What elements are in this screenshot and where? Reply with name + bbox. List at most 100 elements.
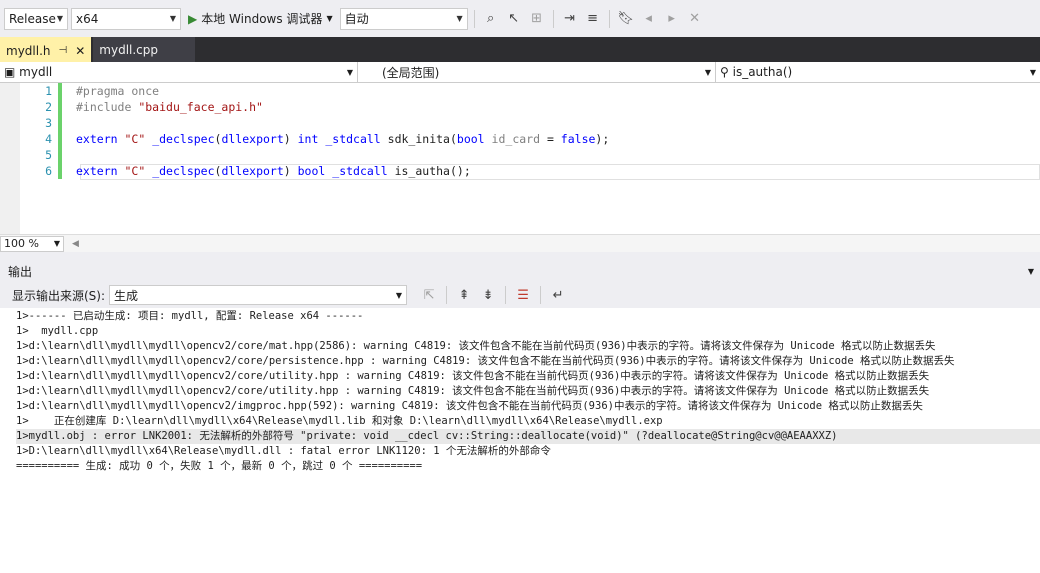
- indent-icon[interactable]: ⇥: [560, 9, 580, 29]
- config-dropdown[interactable]: Release ▼: [4, 7, 68, 30]
- chevron-down-icon: ▼: [56, 14, 63, 23]
- prev-bookmark-icon[interactable]: ◂: [639, 9, 659, 29]
- source-value: 生成: [114, 288, 139, 303]
- output-line: 1>d:\learn\dll\mydll\mydll\opencv2/imgpr…: [16, 400, 923, 412]
- line-number: 5: [45, 148, 52, 162]
- word-wrap-icon[interactable]: ↵: [548, 285, 568, 305]
- code-text: extern "C" _declspec(dllexport) int _std…: [76, 132, 610, 146]
- output-line: 1>D:\learn\dll\mydll\x64\Release\mydll.d…: [16, 445, 551, 457]
- change-marker: [58, 83, 62, 99]
- member-value: ⚲ is_autha(): [720, 65, 793, 79]
- platform-dropdown[interactable]: x64 ▼: [71, 7, 181, 30]
- output-line: 1>d:\learn\dll\mydll\mydll\opencv2/core/…: [16, 385, 930, 397]
- separator: [540, 286, 542, 304]
- project-value: ▣ mydll: [4, 65, 53, 79]
- line-number: 1: [45, 84, 52, 98]
- chevron-down-icon: ▼: [346, 67, 353, 77]
- change-marker: [58, 147, 62, 163]
- code-line: 5: [20, 147, 609, 163]
- output-line: 1>d:\learn\dll\mydll\mydll\opencv2/core/…: [16, 355, 955, 367]
- panel-menu-icon[interactable]: ▼: [1028, 267, 1034, 276]
- clear-bookmarks-icon[interactable]: ✕: [685, 9, 705, 29]
- tab-mydll-h[interactable]: mydll.h ⊣ ✕: [0, 37, 92, 62]
- platform-value: x64: [76, 11, 99, 26]
- mode-value: 自动: [344, 12, 369, 26]
- main-toolbar: Release ▼ x64 ▼ ▶ 本地 Windows 调试器 ▼ 自动 ▼ ⌕ ↖ ⊞…: [0, 0, 1040, 37]
- code-line: 6 extern "C" _declspec(dllexport) bool _s…: [20, 163, 609, 179]
- separator: [446, 286, 448, 304]
- find-message-icon[interactable]: ⇱: [419, 285, 439, 305]
- play-icon: ▶: [188, 11, 198, 26]
- chevron-down-icon: ▼: [169, 14, 176, 23]
- separator: [608, 9, 610, 28]
- change-marker: [58, 115, 62, 131]
- navigation-bar: ▣ mydll ▼ (全局范围) ▼ ⚲ is_autha() ▼: [0, 62, 1040, 83]
- chevron-down-icon: ▼: [456, 14, 463, 23]
- tab-mydll-cpp[interactable]: mydll.cpp: [93, 37, 196, 62]
- editor-status-bar: 100 % ▼ ◀: [0, 234, 1040, 252]
- find-icon[interactable]: ⌕: [481, 9, 501, 29]
- code-text: extern "C" _declspec(dllexport) bool _st…: [76, 164, 471, 178]
- scope-dropdown[interactable]: (全局范围) ▼: [358, 62, 716, 82]
- member-dropdown[interactable]: ⚲ is_autha() ▼: [716, 62, 1040, 82]
- line-number: 4: [45, 132, 52, 146]
- output-text[interactable]: 1>------ 已启动生成: 项目: mydll, 配置: Release x…: [0, 308, 1040, 573]
- change-marker: [58, 163, 62, 179]
- chevron-down-icon: ▼: [1029, 67, 1036, 77]
- pin-icon[interactable]: ⊣: [59, 45, 68, 56]
- code-text: #include "baidu_face_api.h": [76, 100, 263, 114]
- scope-value: (全局范围): [382, 65, 440, 80]
- bookmark-icon[interactable]: 🔖︎: [616, 9, 636, 29]
- tab-label: mydll.cpp: [99, 42, 159, 57]
- close-icon[interactable]: ✕: [75, 44, 85, 58]
- chevron-down-icon: ▼: [53, 239, 60, 248]
- zoom-dropdown[interactable]: 100 % ▼: [0, 235, 64, 252]
- next-bookmark-icon[interactable]: ▸: [662, 9, 682, 29]
- output-title: 输出: [8, 264, 33, 279]
- code-line: 2 #include "baidu_face_api.h": [20, 99, 609, 115]
- pointer-icon[interactable]: ↖: [504, 9, 524, 29]
- code-text: #pragma once: [76, 84, 160, 98]
- indicator-margin: [0, 83, 20, 234]
- change-marker: [58, 99, 62, 115]
- mode-dropdown[interactable]: 自动 ▼: [339, 7, 468, 30]
- output-line: 1>d:\learn\dll\mydll\mydll\opencv2/core/…: [16, 340, 936, 352]
- code-editor[interactable]: 1 #pragma once 2 #include "baidu_face_api.…: [0, 83, 1040, 234]
- output-source-dropdown[interactable]: 生成 ▼: [109, 285, 408, 305]
- output-line-selected: 1>mydll.obj : error LNK2001: 无法解析的外部符号 "…: [16, 429, 1040, 444]
- separator: [505, 286, 507, 304]
- source-label: 显示输出来源(S):: [12, 288, 106, 303]
- separator: [473, 9, 475, 28]
- output-line: 1> 正在创建库 D:\learn\dll\mydll\x64\Release\…: [16, 415, 663, 427]
- clear-all-icon[interactable]: ☰: [513, 285, 533, 305]
- line-number: 6: [45, 164, 52, 178]
- comment-icon[interactable]: ≡: [583, 9, 603, 29]
- output-line: 1>d:\learn\dll\mydll\mydll\opencv2/core/…: [16, 370, 930, 382]
- code-line: 3: [20, 115, 609, 131]
- output-toolbar: 显示输出来源(S): 生成 ▼ ⇱ ⇞ ⇟ ☰ ↵: [0, 282, 1040, 308]
- project-dropdown[interactable]: ▣ mydll ▼: [0, 62, 358, 82]
- splitter[interactable]: [0, 252, 1040, 260]
- document-tabs: mydll.h ⊣ ✕ mydll.cpp: [0, 37, 1040, 62]
- line-number: 3: [45, 116, 52, 130]
- scroll-left-icon[interactable]: ◀: [72, 239, 79, 249]
- change-marker: [58, 131, 62, 147]
- prev-message-icon[interactable]: ⇞: [454, 285, 474, 305]
- align-icon[interactable]: ⊞: [527, 9, 547, 29]
- separator: [552, 9, 554, 28]
- next-message-icon[interactable]: ⇟: [478, 285, 498, 305]
- line-number: 2: [45, 100, 52, 114]
- output-line: ========== 生成: 成功 0 个，失败 1 个，最新 0 个，跳过 0…: [16, 460, 423, 472]
- chevron-down-icon: ▼: [704, 67, 711, 77]
- output-panel-header: 输出 ▼: [0, 260, 1040, 282]
- chevron-down-icon: ▼: [395, 290, 403, 300]
- run-label: 本地 Windows 调试器: [201, 12, 323, 26]
- zoom-value: 100 %: [4, 237, 39, 250]
- output-line: 1>------ 已启动生成: 项目: mydll, 配置: Release x…: [16, 310, 364, 322]
- start-debugger-button[interactable]: ▶ 本地 Windows 调试器 ▼: [184, 8, 337, 30]
- tab-label: mydll.h: [6, 43, 51, 58]
- code-line: 4 extern "C" _declspec(dllexport) int _st…: [20, 131, 609, 147]
- output-line: 1> mydll.cpp: [16, 325, 99, 337]
- config-value: Release: [9, 11, 56, 26]
- code-line: 1 #pragma once: [20, 83, 609, 99]
